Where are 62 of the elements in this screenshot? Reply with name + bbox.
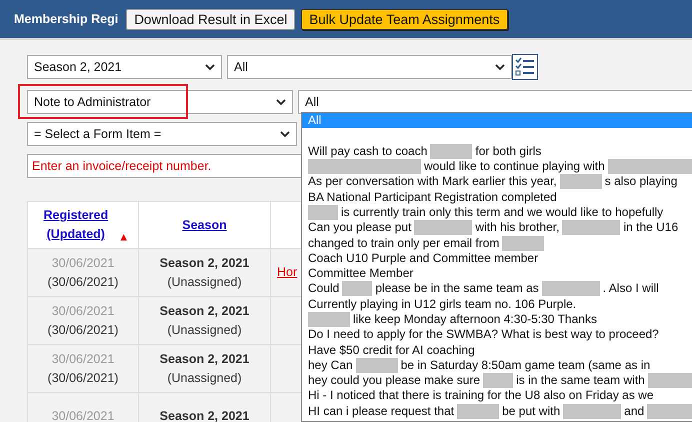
dropdown-option[interactable]: is currently train only this term and we would like to hopefully	[302, 204, 692, 220]
dropdown-option[interactable]: Do I need to apply for the SWMBA? What is best way to proceed?	[302, 327, 692, 342]
redaction-block	[563, 404, 622, 419]
redaction-block	[356, 358, 398, 373]
season-select[interactable]: Season 2, 2021	[27, 55, 222, 79]
dropdown-option[interactable]: As per conversation with Mark earlier this year, s also playing	[302, 174, 692, 190]
toolbar-button[interactable]: Bulk Update Team Assignments	[301, 8, 508, 30]
redaction-block	[457, 404, 500, 419]
toolbar-button[interactable]: Download Result in Excel	[126, 8, 296, 30]
dropdown-option[interactable]: changed to train only per email from	[302, 235, 692, 251]
invoice-field[interactable]: Enter an invoice/receipt number.	[27, 154, 302, 178]
season-name: Season 2, 2021	[158, 303, 250, 320]
form-item-select[interactable]: = Select a Form Item =	[27, 122, 297, 146]
dropdown-option[interactable]: hey could you please make sure is in the same team with	[302, 373, 692, 388]
dropdown-option[interactable]: would like to continue playing with	[302, 158, 692, 174]
dropdown-option[interactable]: HI can i please request that be put with and	[302, 404, 692, 419]
season-name: Season 2, 2021	[158, 255, 250, 272]
season-name: Season 2, 2021	[158, 351, 250, 368]
redaction-block	[308, 204, 338, 220]
team-status: (Unassigned)	[166, 274, 243, 291]
dropdown-option[interactable]: Could please be in the same team as . Also I will	[302, 281, 692, 297]
chevron-down-icon	[276, 98, 286, 106]
redaction-block	[308, 312, 350, 327]
dropdown-option[interactable]: Committee Member	[302, 266, 692, 282]
updated-date: (30/06/2021)	[46, 274, 120, 291]
dropdown-option[interactable]: Coach U10 Purple and Committee member	[302, 250, 692, 266]
team-status: (Unassigned)	[166, 322, 243, 339]
updated-date: (30/06/2021)	[46, 370, 120, 387]
column-header-link[interactable]: Registered (Updated)	[36, 206, 115, 244]
redaction-block	[414, 220, 472, 236]
form-item-value-select[interactable]: All	[298, 90, 692, 114]
dropdown-option[interactable]: like keep Monday afternoon 4:30-5:30 Thanks	[302, 312, 692, 328]
group-select[interactable]: All	[227, 55, 512, 79]
redaction-block	[560, 174, 602, 190]
dropdown-option[interactable]: Can you please put with his brother, in the U16	[302, 220, 692, 236]
redaction-block	[483, 373, 514, 388]
updated-date: (30/06/2021)	[46, 322, 120, 339]
redaction-block	[342, 281, 372, 296]
dropdown-option[interactable]: Hi - I noticed that there is training for the U8 also on Friday as we	[302, 388, 692, 404]
dropdown-option[interactable]: Currently playing in U12 girls team no. 106 Purple.	[302, 296, 692, 312]
registered-date: 30/06/2021	[50, 408, 116, 422]
dropdown-option[interactable]: BA National Participant Registration completed	[302, 189, 692, 205]
redaction-block	[430, 144, 472, 159]
registered-date: 30/06/2021	[50, 351, 116, 368]
chevron-down-icon	[280, 130, 290, 138]
dropdown-option[interactable]: Will pay cash to coach for both girls	[302, 144, 692, 159]
checklist-icon[interactable]	[512, 54, 538, 80]
column-header-link[interactable]: Season	[182, 216, 227, 234]
sort-arrow-icon: ▲	[118, 232, 130, 244]
form-item-type-select[interactable]: Note to Administrator	[27, 90, 294, 114]
registered-date: 30/06/2021	[50, 303, 116, 320]
chevron-down-icon	[205, 64, 215, 70]
season-name: Season 2, 2021	[158, 408, 250, 422]
redaction-block	[502, 236, 544, 251]
redaction-block	[542, 281, 600, 296]
redaction-block	[562, 220, 620, 236]
page-title: Membership Regi	[14, 12, 118, 26]
dropdown-option[interactable]: hey Can be in Saturday 8:50am game team (same as in	[302, 358, 692, 374]
chevron-down-icon	[495, 64, 505, 70]
team-status: (Unassigned)	[166, 370, 243, 387]
registered-date: 30/06/2021	[50, 255, 116, 272]
dropdown-option[interactable]: Have $50 credit for AI coaching	[302, 342, 692, 358]
